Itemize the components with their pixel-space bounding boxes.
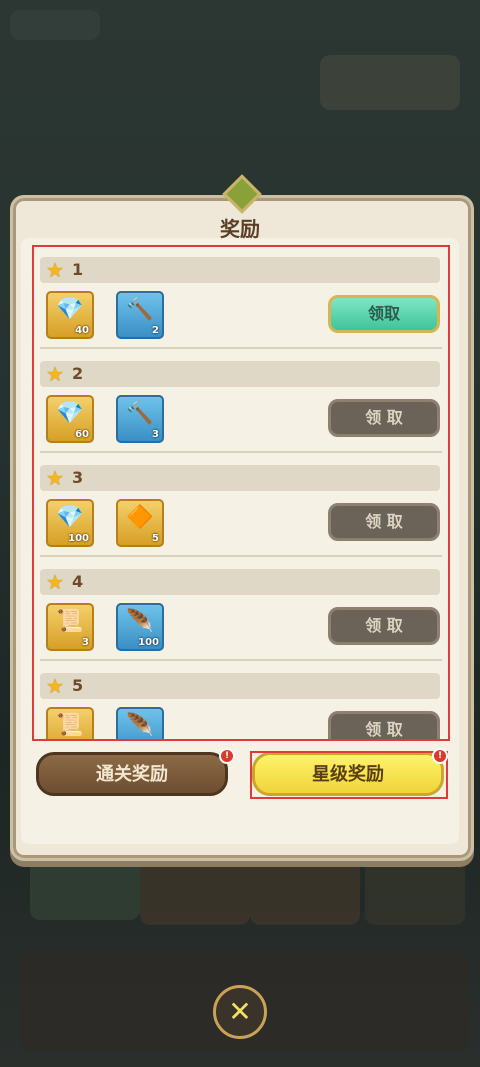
star-icon: ★ [46, 570, 64, 594]
star-icon: ★ [46, 466, 64, 490]
tier-star-count: 4 [72, 572, 84, 591]
reward-tier: ★ 2 💎 60 🔨 3 领 取 [40, 351, 442, 453]
notification-badge: ! [432, 748, 448, 764]
tab-clear-reward[interactable]: 通关奖励 [36, 752, 228, 796]
tier-divider [40, 555, 442, 557]
close-icon: ✕ [228, 995, 252, 1028]
crystal-ore-icon[interactable]: 💎 40 [46, 291, 94, 339]
reward-tier: ★ 5 📜 🪶 领 取 [40, 663, 442, 739]
tier-header: ★ 1 [40, 257, 440, 283]
feather-icon[interactable]: 🪶 100 [116, 603, 164, 651]
crystal-ore-icon[interactable]: 💎 100 [46, 499, 94, 547]
tier-header: ★ 3 [40, 465, 440, 491]
reward-tier: ★ 4 📜 3 🪶 100 领 取 [40, 559, 442, 661]
tier-star-count: 5 [72, 676, 84, 695]
tier-divider [40, 451, 442, 453]
star-icon: ★ [46, 674, 64, 698]
selected-tab-highlight [250, 751, 448, 799]
tier-header: ★ 5 [40, 673, 440, 699]
claim-button[interactable]: 领 取 [328, 399, 440, 437]
feather-icon[interactable]: 🪶 [116, 707, 164, 739]
claim-button[interactable]: 领 取 [328, 503, 440, 541]
tier-star-count: 1 [72, 260, 84, 279]
tier-star-count: 2 [72, 364, 84, 383]
star-icon: ★ [46, 362, 64, 386]
reward-tier-list[interactable]: ★ 1 💎 40 🔨 2 领取 ★ 2 💎 60 🔨 3 领 取 ★ 3 💎 1… [32, 245, 450, 741]
tier-divider [40, 659, 442, 661]
reward-tier: ★ 3 💎 100 🔶 5 领 取 [40, 455, 442, 557]
star-icon: ★ [46, 258, 64, 282]
crystal-ore-icon[interactable]: 💎 60 [46, 395, 94, 443]
claim-button[interactable]: 领 取 [328, 711, 440, 739]
tier-star-count: 3 [72, 468, 84, 487]
tier-header: ★ 4 [40, 569, 440, 595]
tier-header: ★ 2 [40, 361, 440, 387]
hammer-icon[interactable]: 🔨 2 [116, 291, 164, 339]
tier-divider [40, 347, 442, 349]
scroll-icon[interactable]: 📜 [46, 707, 94, 739]
hammer-icon[interactable]: 🔨 3 [116, 395, 164, 443]
close-button[interactable]: ✕ [213, 985, 267, 1039]
notification-badge: ! [219, 748, 235, 764]
amber-crystal-icon[interactable]: 🔶 5 [116, 499, 164, 547]
claim-button[interactable]: 领 取 [328, 607, 440, 645]
panel-title: 奖励 [220, 217, 260, 241]
reward-tier: ★ 1 💎 40 🔨 2 领取 [40, 247, 442, 349]
scroll-icon[interactable]: 📜 3 [46, 603, 94, 651]
claim-button[interactable]: 领取 [328, 295, 440, 333]
